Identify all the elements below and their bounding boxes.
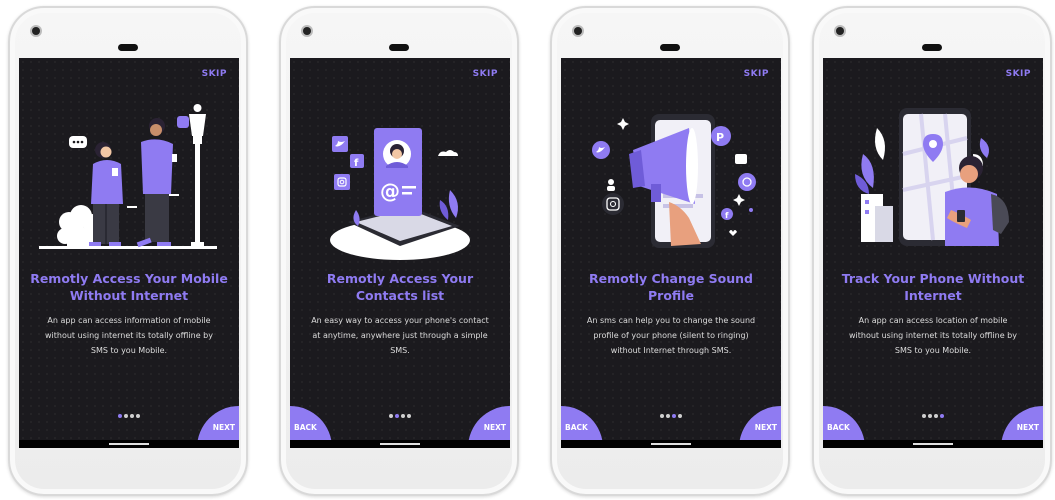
page-dot: [389, 414, 393, 418]
onboarding-screen-4: SKIP Track Your Phone Without Internet A…: [823, 58, 1043, 448]
page-description: An app can access location of mobile wit…: [848, 316, 1017, 355]
earpiece-speaker: [389, 44, 409, 51]
page-dot: [130, 414, 134, 418]
home-indicator[interactable]: [913, 443, 953, 445]
page-indicator: [561, 403, 781, 422]
page-dot: [940, 414, 944, 418]
page-dot: [118, 414, 122, 418]
onboarding-illustration: P f: [592, 114, 756, 248]
svg-text:f: f: [725, 211, 729, 220]
page-dot: [136, 414, 140, 418]
earpiece-speaker: [118, 44, 138, 51]
home-indicator[interactable]: [109, 443, 149, 445]
onboarding-screen-1: SKIP Remotly Access Your Mobile Without …: [19, 58, 239, 448]
page-dot: [395, 414, 399, 418]
earpiece-speaker: [660, 44, 680, 51]
page-title: Track Your Phone Without Internet: [841, 271, 1025, 303]
skip-button[interactable]: SKIP: [1006, 69, 1031, 79]
home-indicator-bar: [290, 440, 510, 448]
page-dot: [928, 414, 932, 418]
home-indicator-bar: [561, 440, 781, 448]
page-indicator: [290, 403, 510, 422]
page-dot: [407, 414, 411, 418]
page-indicator: [19, 403, 239, 422]
svg-text:f: f: [354, 158, 359, 169]
front-camera: [836, 27, 844, 35]
front-camera: [574, 27, 582, 35]
page-dot: [934, 414, 938, 418]
onboarding-illustration: [39, 104, 217, 249]
svg-text:@: @: [380, 179, 400, 203]
page-dot: [666, 414, 670, 418]
onboarding-screen-2: SKIP @ f Remotly Access Your Contacts li…: [290, 58, 510, 448]
page-description: An app can access information of mobile …: [44, 316, 213, 355]
page-dot: [401, 414, 405, 418]
page-dot: [672, 414, 676, 418]
skip-button[interactable]: SKIP: [473, 69, 498, 79]
front-camera: [32, 27, 40, 35]
onboarding-screen-3: SKIP P f Remotly Change Sound Profile An…: [561, 58, 781, 448]
phone-frame-4: SKIP Track Your Phone Without Internet A…: [812, 6, 1052, 496]
svg-text:P: P: [716, 131, 724, 144]
page-title: Remotly Change Sound Profile: [589, 271, 753, 303]
onboarding-illustration: [855, 108, 1009, 246]
home-indicator-bar: [823, 440, 1043, 448]
earpiece-speaker: [922, 44, 942, 51]
front-camera: [303, 27, 311, 35]
page-indicator: [823, 403, 1043, 422]
home-indicator[interactable]: [651, 443, 691, 445]
page-title: Remotly Access Your Mobile Without Inter…: [30, 271, 228, 303]
skip-button[interactable]: SKIP: [744, 69, 769, 79]
page-dot: [124, 414, 128, 418]
page-description: An easy way to access your phone's conta…: [311, 316, 489, 355]
phone-frame-2: SKIP @ f Remotly Access Your Contacts li…: [279, 6, 519, 496]
page-dot: [922, 414, 926, 418]
home-indicator[interactable]: [380, 443, 420, 445]
onboarding-illustration: @ f: [330, 128, 470, 260]
page-description: An sms can help you to change the sound …: [586, 316, 756, 355]
home-indicator-bar: [19, 440, 239, 448]
page-title: Remotly Access Your Contacts list: [326, 271, 474, 303]
phone-frame-1: SKIP Remotly Access Your Mobile Without …: [8, 6, 248, 496]
skip-button[interactable]: SKIP: [202, 69, 227, 79]
phone-frame-3: SKIP P f Remotly Change Sound Profile An…: [550, 6, 790, 496]
page-dot: [660, 414, 664, 418]
page-dot: [678, 414, 682, 418]
